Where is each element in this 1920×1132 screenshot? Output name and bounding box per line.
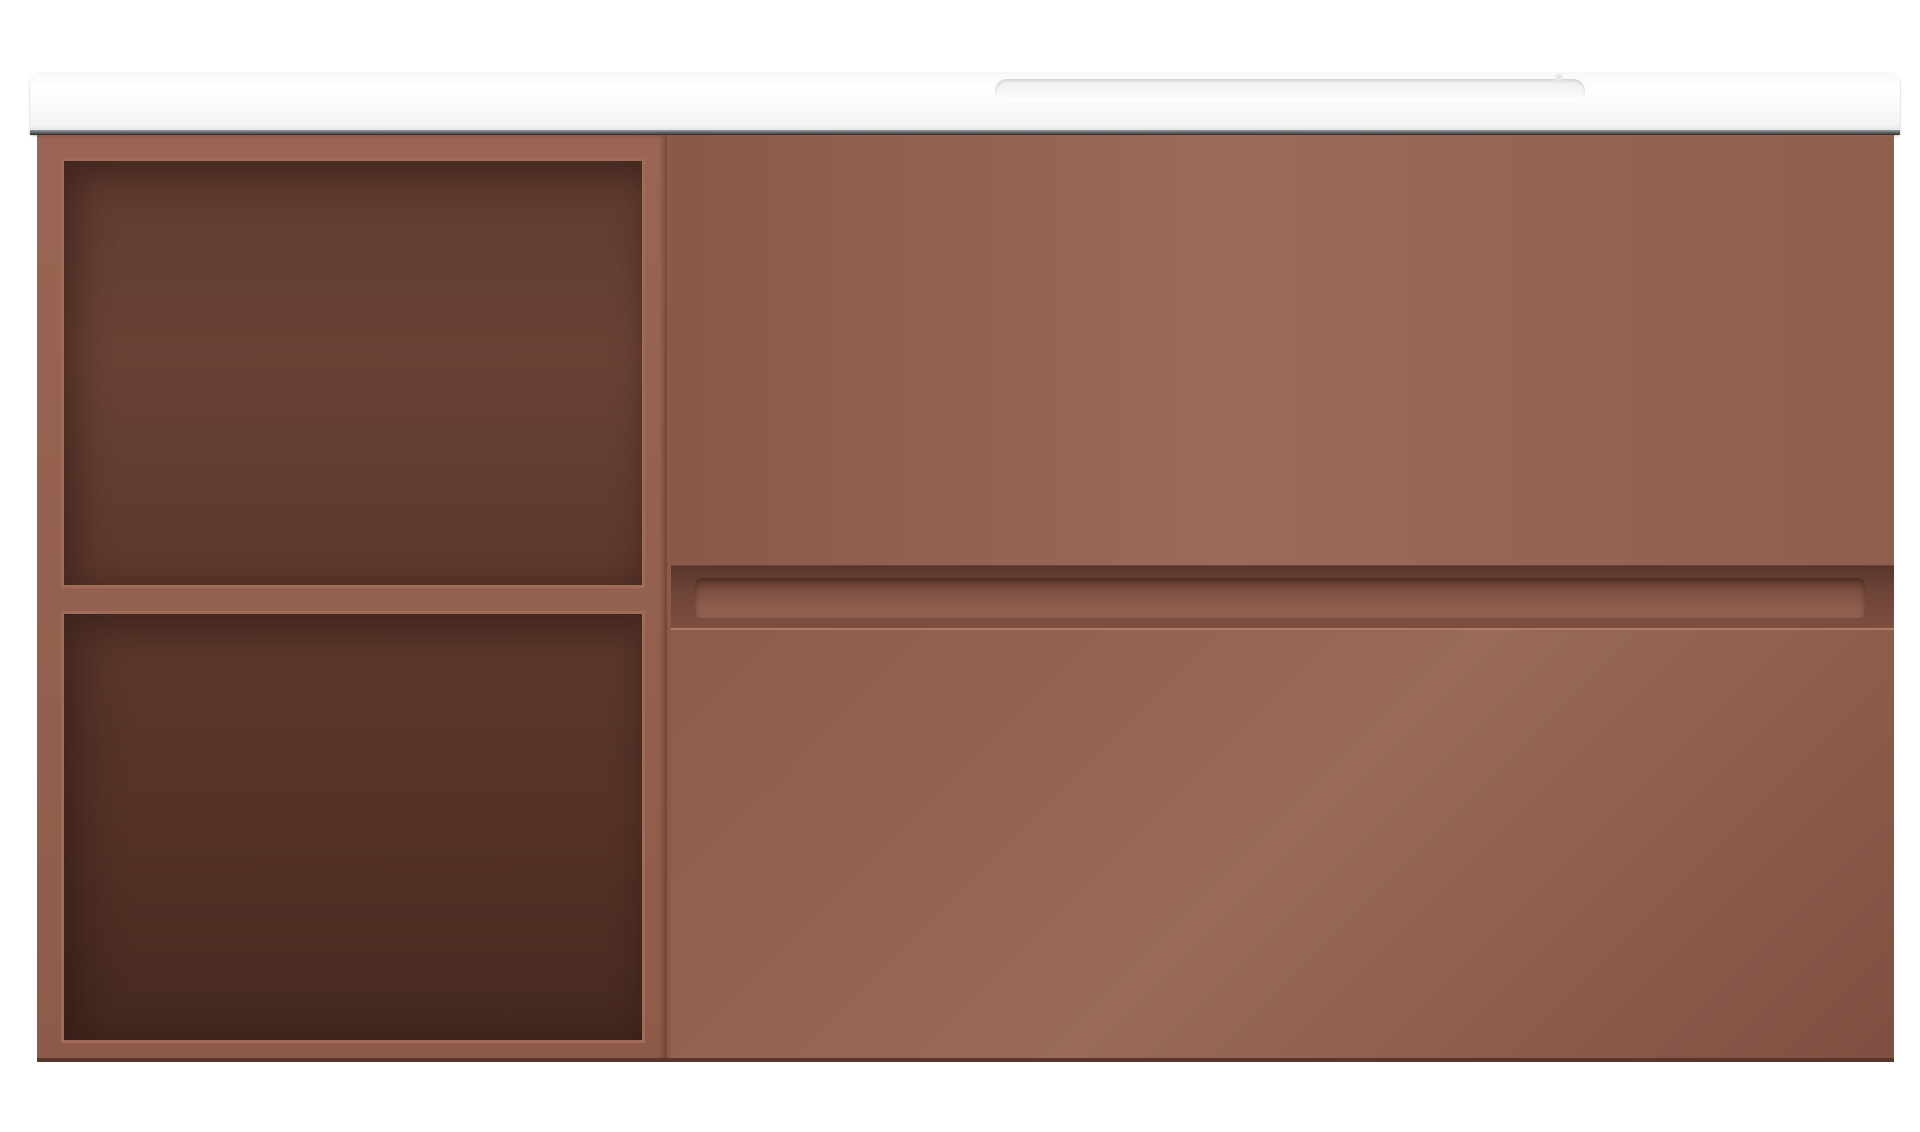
open-shelf-unit — [37, 135, 667, 1060]
recessed-handle — [695, 578, 1865, 618]
vanity-scene — [0, 0, 1920, 1132]
open-shelf-bottom — [61, 611, 645, 1043]
basin-countertop — [30, 72, 1900, 134]
sink-bowl — [995, 79, 1585, 103]
drawer-bottom — [671, 628, 1894, 1060]
tap-hole — [1555, 74, 1563, 82]
cabinet-base-edge — [37, 1058, 1894, 1062]
open-shelf-top — [61, 158, 645, 588]
drawer-top — [671, 135, 1894, 567]
